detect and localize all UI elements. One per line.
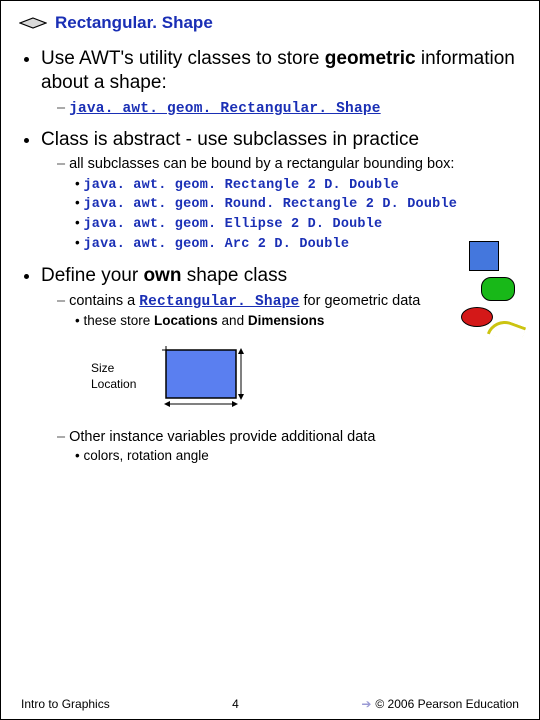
- title-text: Rectangular. Shape: [55, 13, 213, 33]
- bullet-1: Use AWT's utility classes to store geome…: [41, 47, 521, 118]
- page-number: 4: [232, 697, 239, 711]
- bullet-3-dot2: colors, rotation angle: [75, 448, 521, 465]
- slide-title: Rectangular. Shape: [19, 13, 521, 33]
- square-icon: [469, 241, 499, 271]
- footer-left: Intro to Graphics: [21, 697, 110, 711]
- code-arc: java. awt. geom. Arc 2 D. Double: [75, 235, 521, 254]
- arrow-icon: ➔: [361, 697, 371, 711]
- bullet-2: Class is abstract - use subclasses in pr…: [41, 128, 521, 254]
- ellipse-icon: [461, 307, 493, 327]
- bullet-3: Define your own shape class contains a R…: [41, 264, 521, 465]
- content-list: Use AWT's utility classes to store geome…: [19, 47, 521, 465]
- code-roundrect: java. awt. geom. Round. Rectangle 2 D. D…: [75, 195, 521, 214]
- bullet-1-code: java. awt. geom. Rectangular. Shape: [57, 99, 521, 118]
- code-ellipse: java. awt. geom. Ellipse 2 D. Double: [75, 215, 521, 234]
- bullet-3-dot1: these store Locations and Dimensions: [75, 313, 521, 330]
- diamond-icon: [19, 17, 47, 29]
- roundrect-icon: [481, 277, 515, 301]
- diagram-labels: Size Location: [91, 361, 136, 392]
- bullet-3-sub2: Other instance variables provide additio…: [57, 428, 521, 465]
- rectangle-dimension-icon: [156, 342, 256, 412]
- bullet-3-sub1: contains a Rectangular. Shape for geomet…: [57, 292, 521, 330]
- footer: Intro to Graphics 4 ➔© 2006 Pearson Educ…: [1, 697, 539, 711]
- shape-examples: [459, 241, 529, 340]
- code-rect: java. awt. geom. Rectangle 2 D. Double: [75, 176, 521, 195]
- bullet-2-sub: all subclasses can be bound by a rectang…: [57, 155, 521, 254]
- size-location-diagram: Size Location: [91, 342, 521, 412]
- footer-right: ➔© 2006 Pearson Education: [361, 697, 519, 711]
